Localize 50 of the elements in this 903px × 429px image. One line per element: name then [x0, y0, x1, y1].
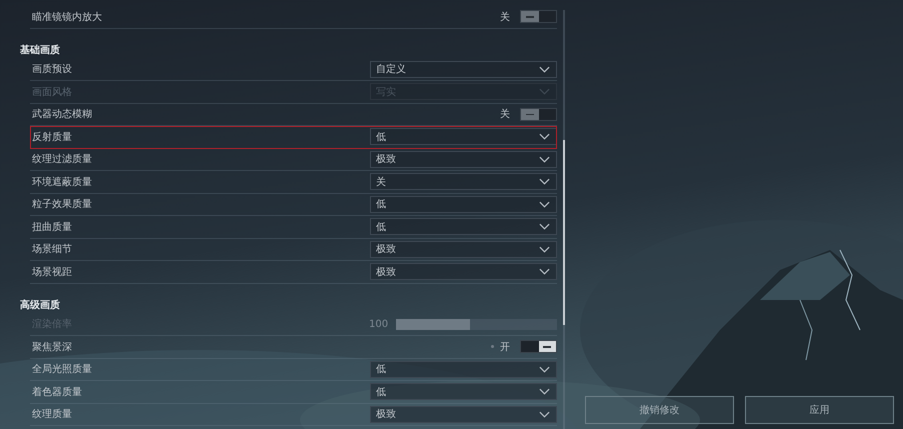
dropdown[interactable]: 极致: [370, 240, 557, 258]
setting-label: 反射质量: [31, 130, 72, 144]
toggle-switch[interactable]: [520, 10, 557, 24]
chevron-down-icon: [539, 133, 550, 140]
chevron-down-icon: [539, 223, 550, 230]
dropdown[interactable]: 低: [370, 128, 557, 146]
chevron-down-icon: [539, 88, 550, 96]
scrollbar[interactable]: [563, 10, 565, 429]
setting-label: 全局光照质量: [31, 362, 92, 376]
setting-label: 瞄准镜镜内放大: [31, 10, 102, 24]
chevron-down-icon: [539, 410, 550, 418]
chevron-down-icon: [539, 388, 550, 396]
apply-button[interactable]: 应用: [745, 396, 894, 424]
chevron-down-icon: [539, 156, 550, 163]
setting-label: 画面风格: [31, 86, 72, 99]
dropdown[interactable]: 低: [370, 360, 557, 378]
dropdown[interactable]: 关: [370, 173, 557, 190]
dropdown[interactable]: 自定义: [370, 60, 557, 78]
toggle-switch[interactable]: [520, 340, 557, 354]
setting-label: 武器动态模糊: [31, 108, 92, 122]
chevron-down-icon: [539, 200, 550, 208]
toggle-state-label: 关: [500, 10, 510, 24]
setting-label: 粒子效果质量: [31, 198, 92, 212]
section-heading: 基础画质: [20, 44, 61, 58]
toggle-state-label: 关: [500, 108, 510, 122]
chevron-down-icon: [539, 178, 550, 186]
setting-label: 着色器质量: [31, 386, 82, 399]
dropdown[interactable]: 低: [370, 196, 557, 213]
setting-label: 场景视距: [31, 266, 72, 279]
setting-label: 纹理过滤质量: [31, 152, 92, 166]
setting-label: 扭曲质量: [31, 220, 72, 234]
chevron-down-icon: [539, 66, 550, 73]
revert-button[interactable]: 撤销修改: [585, 396, 734, 424]
dropdown[interactable]: 极致: [370, 263, 557, 280]
section-heading: 高级画质: [20, 298, 61, 312]
dropdown[interactable]: 低: [370, 218, 557, 236]
toggle-switch[interactable]: [520, 108, 557, 121]
dropdown[interactable]: 极致: [370, 406, 557, 423]
slider-value: 100: [369, 318, 388, 330]
setting-label: 画质预设: [31, 62, 72, 76]
chevron-down-icon: [539, 268, 550, 276]
setting-label: 聚焦景深: [31, 340, 72, 354]
setting-label: 环境遮蔽质量: [31, 176, 92, 189]
dropdown[interactable]: 极致: [370, 150, 557, 168]
chevron-down-icon: [539, 366, 550, 373]
dropdown[interactable]: 低: [370, 383, 557, 400]
toggle-state-label: 开: [500, 340, 510, 354]
chevron-down-icon: [539, 246, 550, 253]
setting-label: 纹理质量: [31, 408, 72, 422]
setting-label: 场景细节: [31, 242, 72, 256]
